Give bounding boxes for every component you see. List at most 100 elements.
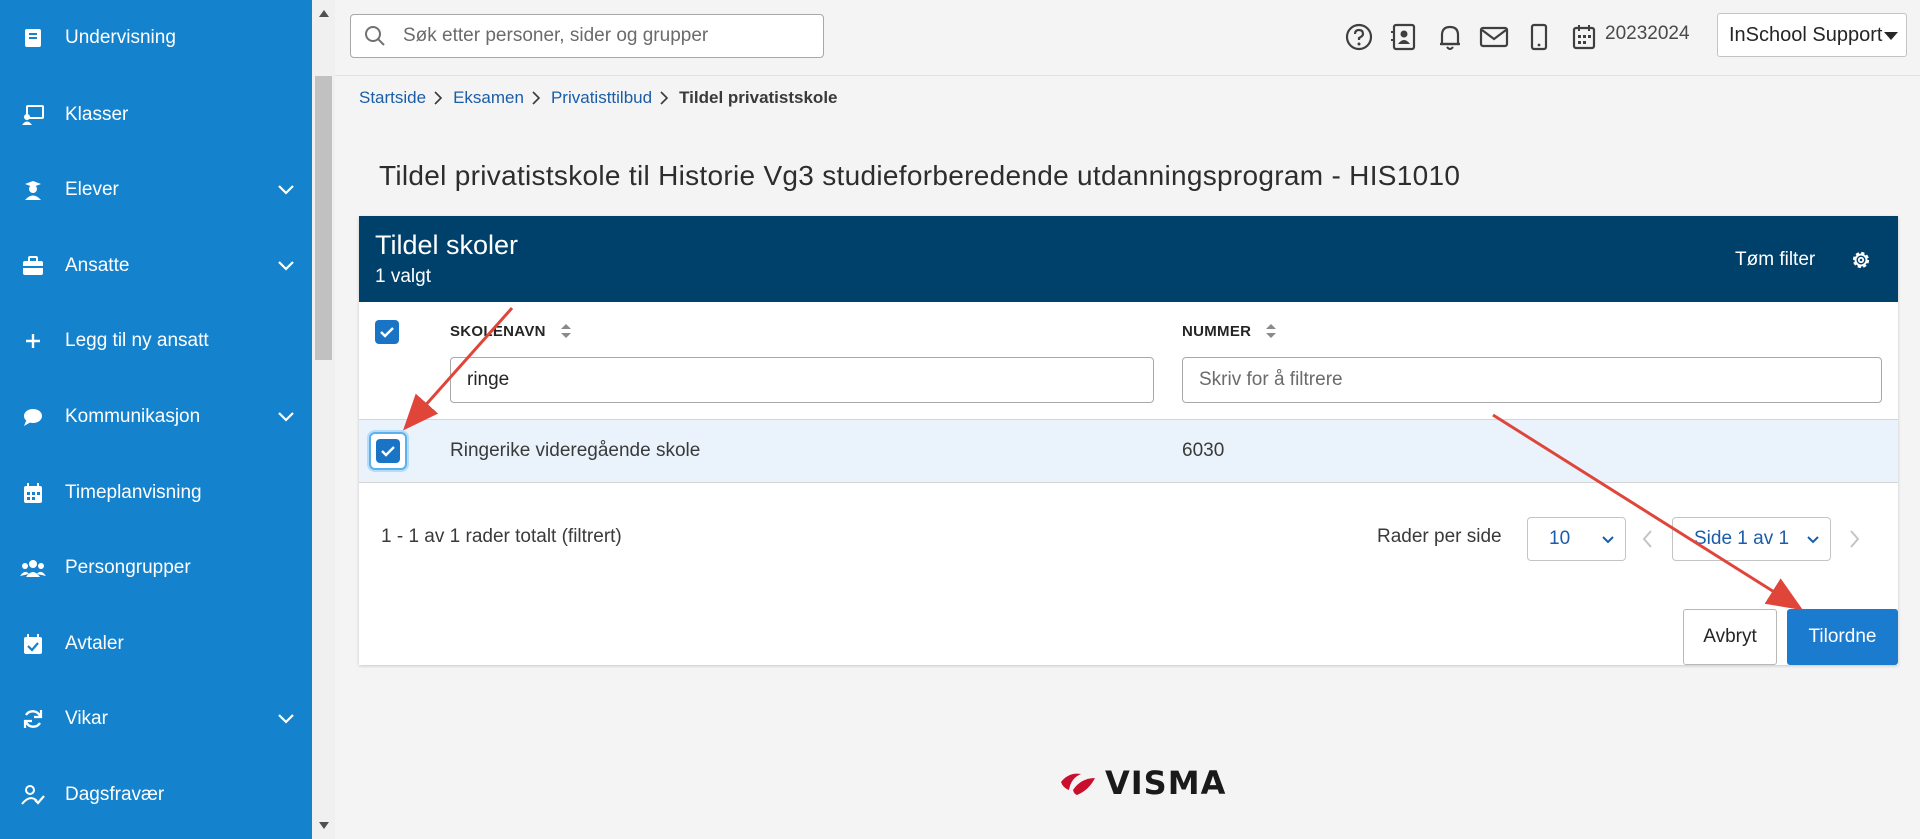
- bell-icon[interactable]: [1435, 22, 1465, 52]
- rows-summary: 1 - 1 av 1 rader totalt (filtrert): [381, 526, 622, 547]
- sidebar-item-undervisning[interactable]: Undervisning: [0, 8, 312, 68]
- calendar-icon: [20, 480, 46, 506]
- search-input[interactable]: [403, 25, 803, 47]
- select-all-checkbox[interactable]: [375, 320, 399, 344]
- assign-schools-card: Tildel skoler 1 valgt Tøm filter SKOLENA…: [359, 216, 1898, 665]
- chevron-down-icon[interactable]: [275, 255, 297, 277]
- sidebar-item-vikar[interactable]: Vikar: [0, 689, 312, 749]
- cell-school-name: Ringerike videregående skole: [450, 440, 701, 461]
- search-icon: [365, 26, 385, 46]
- card-header: Tildel skoler 1 valgt Tøm filter: [359, 216, 1898, 302]
- sidebar-item-label: Klasser: [65, 104, 129, 125]
- rows-per-page-label: Rader per side: [1377, 526, 1502, 547]
- sidebar-item-kommunikasjon[interactable]: Kommunikasjon: [0, 387, 312, 447]
- sidebar-item-label: Avtaler: [65, 633, 124, 654]
- card-title: Tildel skoler: [375, 230, 519, 260]
- calendar-check-icon: [20, 631, 46, 657]
- chat-bubble-icon: [20, 404, 46, 430]
- chevron-down-icon[interactable]: [275, 179, 297, 201]
- sidebar-item-label: Undervisning: [65, 27, 176, 48]
- sidebar-item-label: Timeplanvisning: [65, 482, 202, 503]
- chevron-right-icon: [659, 91, 669, 105]
- sidebar-scrollbar[interactable]: [312, 0, 335, 839]
- group-icon: [20, 555, 46, 581]
- visma-logo-mark: [1061, 773, 1095, 795]
- sort-icon[interactable]: [560, 322, 572, 340]
- rows-per-page-select[interactable]: 10: [1527, 517, 1626, 561]
- sidebar-item-label: Vikar: [65, 708, 108, 729]
- checkmark-icon: [381, 446, 395, 457]
- briefcase-icon: [20, 253, 46, 279]
- table-row[interactable]: Ringerike videregående skole 6030: [359, 419, 1898, 483]
- sidebar-item-label: Elever: [65, 179, 119, 200]
- phone-icon[interactable]: [1524, 22, 1554, 52]
- calendar-year-icon[interactable]: [1569, 22, 1599, 52]
- sort-icon[interactable]: [1265, 322, 1277, 340]
- sidebar-item-klasser[interactable]: Klasser: [0, 85, 312, 145]
- caret-down-icon: [1884, 32, 1898, 40]
- user-menu-label: InSchool Support: [1729, 23, 1883, 46]
- sidebar-item-label: Kommunikasjon: [65, 406, 201, 427]
- contacts-icon[interactable]: [1389, 22, 1419, 52]
- school-year[interactable]: 20232024: [1605, 23, 1690, 45]
- student-icon: [20, 177, 46, 203]
- mail-icon[interactable]: [1479, 22, 1509, 52]
- sidebar-item-legg-til-ansatt[interactable]: Legg til ny ansatt: [0, 311, 312, 371]
- scrollbar-thumb[interactable]: [315, 76, 332, 360]
- teacher-board-icon: [20, 102, 46, 128]
- sidebar-item-timeplanvisning[interactable]: Timeplanvisning: [0, 463, 312, 523]
- chevron-right-icon: [531, 91, 541, 105]
- cancel-button[interactable]: Avbryt: [1683, 609, 1777, 665]
- checkmark-icon: [380, 327, 394, 338]
- breadcrumb-link-privatisttilbud[interactable]: Privatisttilbud: [551, 88, 652, 108]
- global-search[interactable]: [350, 14, 824, 58]
- scroll-down-icon[interactable]: [316, 818, 331, 833]
- sidebar-item-dagsfravaer[interactable]: Dagsfravær: [0, 765, 312, 825]
- scroll-up-icon[interactable]: [316, 6, 331, 21]
- page-select[interactable]: Side 1 av 1: [1672, 517, 1831, 561]
- column-header-skolenavn[interactable]: SKOLENAVN: [450, 322, 572, 340]
- top-bar: 20232024 InSchool Support: [335, 0, 1920, 76]
- page-select-value: Side 1 av 1: [1694, 528, 1790, 549]
- sidebar-item-ansatte[interactable]: Ansatte: [0, 236, 312, 296]
- chevron-down-icon[interactable]: [275, 708, 297, 730]
- visma-logo: VISMA: [1059, 764, 1226, 802]
- chevron-down-icon: [1602, 536, 1614, 544]
- sidebar: Undervisning Klasser Elever Ansatte Legg…: [0, 0, 312, 839]
- column-label: NUMMER: [1182, 322, 1252, 340]
- sidebar-item-persongrupper[interactable]: Persongrupper: [0, 538, 312, 598]
- sidebar-item-label: Dagsfravær: [65, 784, 165, 805]
- breadcrumb-link-startside[interactable]: Startside: [359, 88, 426, 108]
- chevron-down-icon[interactable]: [275, 406, 297, 428]
- sidebar-item-label: Legg til ny ansatt: [65, 330, 209, 351]
- user-check-icon: [20, 782, 46, 808]
- user-menu-dropdown[interactable]: InSchool Support: [1717, 13, 1907, 57]
- chevron-right-icon: [433, 91, 443, 105]
- row-checkbox[interactable]: [369, 432, 407, 470]
- book-icon: [20, 25, 46, 51]
- help-icon[interactable]: [1344, 22, 1374, 52]
- rows-per-page-value: 10: [1549, 528, 1571, 549]
- breadcrumb-current: Tildel privatistskole: [679, 88, 838, 107]
- previous-page-icon[interactable]: [1641, 529, 1655, 549]
- assign-button[interactable]: Tilordne: [1787, 609, 1898, 665]
- sidebar-item-label: Persongrupper: [65, 557, 191, 578]
- clear-filter-button[interactable]: Tøm filter: [1735, 249, 1815, 271]
- chevron-down-icon: [1807, 536, 1819, 544]
- number-filter[interactable]: [1182, 357, 1882, 403]
- column-header-nummer[interactable]: NUMMER: [1182, 322, 1277, 340]
- next-page-icon[interactable]: [1847, 529, 1861, 549]
- logo-text: VISMA: [1105, 764, 1227, 802]
- sidebar-item-avtaler[interactable]: Avtaler: [0, 614, 312, 674]
- selected-count: 1 valgt: [375, 266, 431, 287]
- refresh-icon: [20, 706, 46, 732]
- page-title: Tildel privatistskole til Historie Vg3 s…: [379, 160, 1461, 191]
- school-name-filter[interactable]: [450, 357, 1154, 403]
- breadcrumb: Startside Eksamen Privatisttilbud Tildel…: [359, 88, 838, 108]
- breadcrumb-link-eksamen[interactable]: Eksamen: [453, 88, 524, 108]
- row-checkbox-box: [376, 439, 400, 463]
- sidebar-item-label: Ansatte: [65, 255, 130, 276]
- gear-icon[interactable]: [1849, 248, 1873, 272]
- sidebar-item-elever[interactable]: Elever: [0, 160, 312, 220]
- cell-number: 6030: [1182, 440, 1225, 461]
